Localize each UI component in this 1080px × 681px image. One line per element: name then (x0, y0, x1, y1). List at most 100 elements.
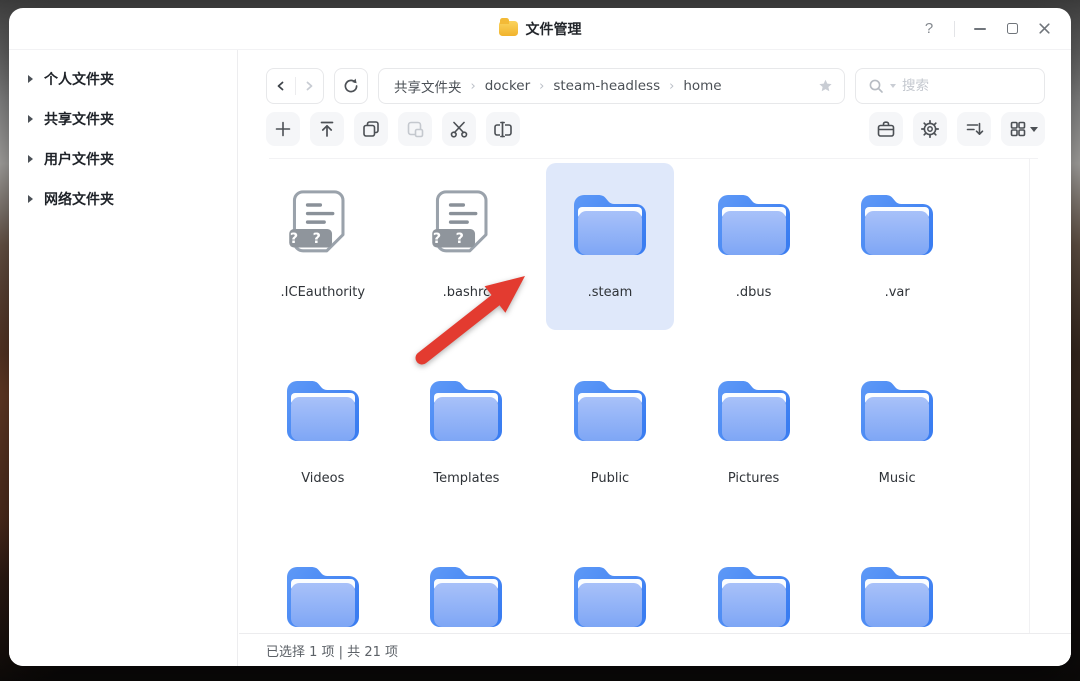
caret-down-icon (1030, 127, 1038, 132)
file-manager-window: 文件管理 ? (9, 8, 1071, 666)
file-item[interactable] (538, 535, 682, 633)
folder-app-icon (499, 21, 518, 36)
window-controls: ? (916, 8, 1057, 49)
selection-status: 已选择 1 项 | 共 21 项 (266, 641, 398, 660)
minimize-button[interactable] (967, 16, 993, 42)
sidebar: 个人文件夹 共享文件夹 用户文件夹 网络文件夹 (9, 50, 238, 666)
unknown-type-badge: ? ? (433, 231, 469, 247)
folder-icon (425, 561, 507, 633)
search-input[interactable] (902, 78, 1032, 94)
file-item-music[interactable]: Music (825, 349, 969, 535)
folder-icon (282, 561, 364, 633)
back-button[interactable] (267, 69, 295, 103)
sidebar-item-personal[interactable]: 个人文件夹 (9, 59, 237, 99)
folder-icon (569, 561, 651, 633)
file-item-iceauthority[interactable]: ? ? .ICEauthority (251, 163, 395, 349)
breadcrumb-segment[interactable]: steam-headless (553, 78, 660, 94)
file-item[interactable] (395, 535, 539, 633)
toolbox-icon (875, 119, 897, 139)
sidebar-item-label: 个人文件夹 (44, 69, 114, 89)
file-name: Videos (255, 471, 391, 486)
rename-button[interactable] (486, 112, 520, 146)
gear-icon (920, 119, 940, 139)
chevron-right-icon (28, 155, 33, 163)
scissors-icon (449, 119, 469, 139)
settings-button[interactable] (913, 112, 947, 146)
close-icon (1038, 22, 1051, 35)
content-pane: 共享文件夹 › docker › steam-headless › home (239, 50, 1071, 666)
chevron-right-icon (28, 75, 33, 83)
file-item-bashrc[interactable]: ? ? .bashrc (395, 163, 539, 349)
close-button[interactable] (1031, 16, 1057, 42)
minimize-icon (974, 28, 986, 30)
sort-button[interactable] (957, 112, 991, 146)
sidebar-item-user[interactable]: 用户文件夹 (9, 139, 237, 179)
file-name: Pictures (686, 471, 822, 486)
sidebar-item-network[interactable]: 网络文件夹 (9, 179, 237, 219)
add-button[interactable] (266, 112, 300, 146)
file-item-videos[interactable]: Videos (251, 349, 395, 535)
cut-button[interactable] (442, 112, 476, 146)
breadcrumb-separator: › (539, 79, 544, 94)
help-button[interactable]: ? (916, 16, 942, 42)
folder-icon (856, 189, 938, 267)
plus-icon (273, 119, 293, 139)
scroll-gutter (1029, 158, 1030, 633)
star-icon (818, 79, 833, 94)
breadcrumb-segment[interactable]: 共享文件夹 (394, 76, 462, 96)
chevron-right-icon (28, 115, 33, 123)
breadcrumb-segment[interactable]: docker (485, 78, 530, 94)
file-grid: ? ? .ICEauthority (251, 163, 970, 633)
history-nav (266, 68, 324, 104)
folder-icon (282, 375, 364, 453)
file-name: .var (829, 285, 965, 300)
file-item[interactable] (251, 535, 395, 633)
copy-button[interactable] (354, 112, 388, 146)
refresh-button[interactable] (334, 68, 368, 104)
folder-icon (713, 561, 795, 633)
sidebar-item-label: 用户文件夹 (44, 149, 114, 169)
file-item-pictures[interactable]: Pictures (682, 349, 826, 535)
search-scope-caret-icon[interactable] (890, 84, 896, 88)
file-item-dbus[interactable]: .dbus (682, 163, 826, 349)
paste-button[interactable] (398, 112, 432, 146)
paste-icon (405, 119, 425, 139)
task-manager-button[interactable] (869, 112, 903, 146)
file-name: .dbus (686, 285, 822, 300)
forward-button[interactable] (296, 69, 324, 103)
maximize-button[interactable] (999, 16, 1025, 42)
file-item-var[interactable]: .var (825, 163, 969, 349)
chevron-left-icon (275, 80, 287, 92)
file-item[interactable] (682, 535, 826, 633)
file-item[interactable] (825, 535, 969, 633)
favorite-button[interactable] (818, 79, 833, 94)
upload-button[interactable] (310, 112, 344, 146)
file-item-public[interactable]: Public (538, 349, 682, 535)
window-title: 文件管理 (526, 19, 582, 39)
help-icon: ? (925, 20, 933, 37)
maximize-icon (1007, 23, 1018, 34)
search-icon (868, 78, 884, 94)
file-name: .steam (542, 285, 678, 300)
view-mode-button[interactable] (1001, 112, 1045, 146)
folder-icon (569, 189, 651, 267)
sidebar-item-shared[interactable]: 共享文件夹 (9, 99, 237, 139)
folder-icon (425, 375, 507, 453)
breadcrumb-segment[interactable]: home (683, 78, 721, 94)
file-name: Music (829, 471, 965, 486)
file-item-steam[interactable]: .steam (538, 163, 682, 349)
titlebar[interactable]: 文件管理 ? (9, 8, 1071, 50)
file-item-templates[interactable]: Templates (395, 349, 539, 535)
navigation-row: 共享文件夹 › docker › steam-headless › home (266, 68, 1045, 104)
refresh-icon (342, 77, 360, 95)
toolbar-separator (269, 158, 1038, 159)
app-body: 个人文件夹 共享文件夹 用户文件夹 网络文件夹 (9, 50, 1071, 666)
file-name: Public (542, 471, 678, 486)
breadcrumb-separator: › (669, 79, 674, 94)
rename-icon (492, 119, 514, 139)
upload-icon (317, 119, 337, 139)
folder-icon (713, 375, 795, 453)
search-box[interactable] (855, 68, 1045, 104)
file-name: Templates (399, 471, 535, 486)
grid-view-icon (1009, 120, 1027, 138)
